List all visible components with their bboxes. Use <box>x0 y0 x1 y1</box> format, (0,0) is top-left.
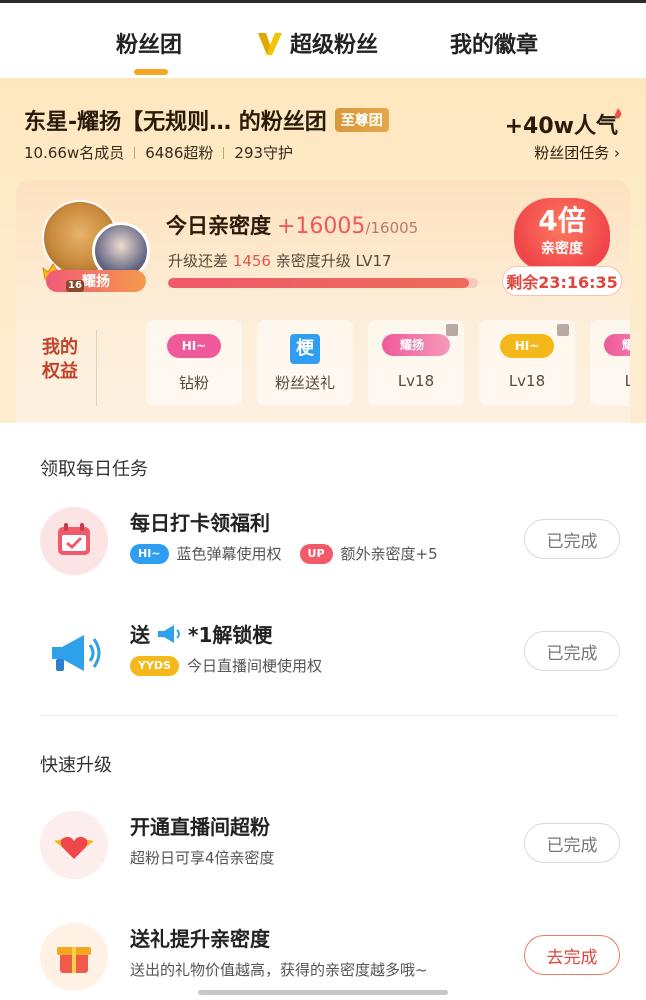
completed-button[interactable]: 已完成 <box>524 631 620 671</box>
fan-level-badge: 16 耀扬 <box>46 270 146 292</box>
intimacy-card: 16 耀扬 今日亲密度 +16005/16005 升级还差 1456 亲密度升级 … <box>16 180 630 423</box>
task-description: 送出的礼物价值越高，获得的亲密度越多哦~ <box>130 961 428 979</box>
lock-icon <box>446 324 458 336</box>
reward-text: 蓝色弹幕使用权 <box>176 545 282 563</box>
right-item-lv18-badge[interactable]: 耀扬 Lv18 <box>368 320 464 406</box>
task-rewards: YYDS 今日直播间梗使用权 <box>130 655 322 676</box>
task-title-suffix: *1解锁梗 <box>188 623 273 647</box>
fan-badge-lv2-icon: 耀扬 <box>604 334 630 356</box>
right-item-label: 粉丝送礼 <box>274 374 335 392</box>
tab-super-fan[interactable]: 超级粉丝 <box>256 27 378 59</box>
megaphone-icon <box>40 619 108 687</box>
completed-button[interactable]: 已完成 <box>524 519 620 559</box>
my-rights-label: 我的权益 <box>42 337 78 382</box>
quick-upgrade-title: 快速升级 <box>40 755 112 776</box>
reward-text: 今日直播间梗使用权 <box>186 657 322 675</box>
group-name: 东星-耀扬【无规则… 的粉丝团 <box>24 110 327 135</box>
popularity-value: +40w人气 <box>504 114 618 139</box>
fan-group-tasks-link[interactable]: 粉丝团任务 › <box>534 142 620 163</box>
gift-card-icon: 梗 <box>290 334 320 364</box>
yyds-chip-icon: YYDS <box>130 655 179 676</box>
go-complete-button[interactable]: 去完成 <box>524 935 620 975</box>
right-item-diamond-fan[interactable]: HI~ 钻粉 <box>146 320 242 406</box>
hi-yellow-badge-icon: HI~ <box>500 334 554 358</box>
completed-button[interactable]: 已完成 <box>524 823 620 863</box>
top-tab-bar: 粉丝团 超级粉丝 我的徽章 <box>0 3 646 78</box>
right-item-lv18-hi[interactable]: HI~ Lv18 <box>479 320 575 406</box>
hi-chip-icon: HI~ <box>130 543 169 564</box>
group-stats: 10.66w名成员 6486超粉 293守护 <box>24 142 293 163</box>
task-row-super-fan: 开通直播间超粉 超粉日可享4倍亲密度 已完成 <box>16 803 630 893</box>
heart-up-icon: UP <box>299 543 333 564</box>
fan-badge-lv18-icon: 耀扬 <box>382 334 450 356</box>
tab-my-badges[interactable]: 我的徽章 <box>450 27 538 59</box>
task-title-prefix: 送 <box>130 623 150 647</box>
gift-box-icon <box>40 923 108 991</box>
right-item-label: Lv2 <box>624 372 630 390</box>
task-title: 每日打卡领福利 <box>130 511 270 535</box>
rights-divider <box>96 330 97 406</box>
super-fan-count: 6486超粉 <box>145 144 214 162</box>
task-title: 送礼提升亲密度 <box>130 927 270 951</box>
small-megaphone-icon <box>158 624 180 643</box>
right-item-label: 钻粉 <box>178 374 209 392</box>
task-row-daily-checkin: 每日打卡领福利 HI~ 蓝色弹幕使用权 UP 额外亲密度+5 已完成 <box>16 499 630 589</box>
task-list: 领取每日任务 每日打卡领福利 HI~ 蓝色弹幕使用权 UP 额外亲密度+5 已完… <box>16 423 630 1000</box>
right-item-fan-gift[interactable]: 梗 粉丝送礼 <box>257 320 353 406</box>
task-rewards: HI~ 蓝色弹幕使用权 UP 额外亲密度+5 <box>130 543 438 564</box>
lock-icon <box>557 324 569 336</box>
section-divider <box>40 715 618 716</box>
member-count: 10.66w名成员 <box>24 144 125 162</box>
home-indicator[interactable] <box>198 990 448 995</box>
task-title: 开通直播间超粉 <box>130 815 270 839</box>
task-row-send-gift: 送礼提升亲密度 送出的礼物价值越高，获得的亲密度越多哦~ 去完成 <box>16 915 630 1000</box>
task-description: 超粉日可享4倍亲密度 <box>130 849 275 867</box>
right-item-lv2-badge[interactable]: 耀扬 Lv2 <box>590 320 630 406</box>
heart-wings-icon <box>40 811 108 879</box>
calendar-icon <box>40 507 108 575</box>
stat-divider <box>134 146 136 159</box>
active-tab-indicator <box>134 69 168 75</box>
fan-group-panel: 东星-耀扬【无规则… 的粉丝团 至尊团 10.66w名成员 6486超粉 293… <box>0 78 646 423</box>
hi-pink-badge-icon: HI~ <box>167 334 221 358</box>
fan-badge-name: 耀扬 <box>82 274 110 290</box>
tab-fan-group[interactable]: 粉丝团 <box>116 27 182 59</box>
v-logo-icon <box>258 33 282 55</box>
daily-tasks-title: 领取每日任务 <box>40 459 148 480</box>
rank-badge: 至尊团 <box>334 108 389 132</box>
right-item-label: Lv18 <box>397 372 435 390</box>
rights-scroller[interactable]: HI~ 钻粉 梗 粉丝送礼 耀扬 Lv18 HI~ Lv18 耀扬 Lv2 <box>146 180 630 423</box>
fan-level-number: 16 <box>66 280 84 292</box>
guardian-count: 293守护 <box>234 144 294 162</box>
tab-super-fan-label: 超级粉丝 <box>290 33 379 58</box>
right-item-label: Lv18 <box>508 372 546 390</box>
task-row-unlock-meme: 送 *1解锁梗 YYDS 今日直播间梗使用权 已完成 <box>16 611 630 701</box>
group-title: 东星-耀扬【无规则… 的粉丝团 至尊团 <box>24 104 389 136</box>
task-title: 送 *1解锁梗 <box>130 619 272 648</box>
flame-icon <box>614 108 622 119</box>
stat-divider <box>223 146 225 159</box>
reward-text: 额外亲密度+5 <box>340 545 438 563</box>
